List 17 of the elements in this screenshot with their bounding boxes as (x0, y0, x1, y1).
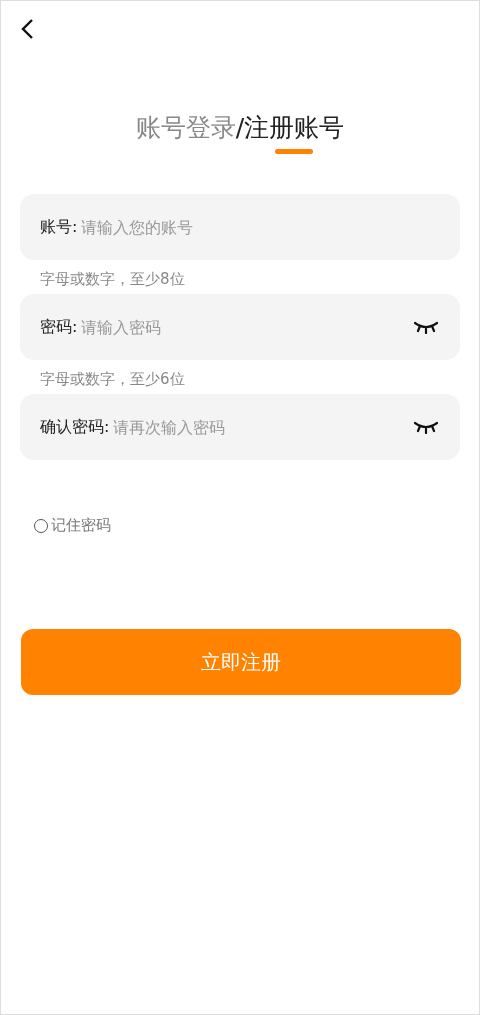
tab[interactable]: 注册账号 (244, 111, 345, 144)
tab[interactable]: 账号登录 (135, 111, 236, 144)
register-button[interactable]: 立即注册 (21, 629, 461, 695)
tab-separator: / (235, 113, 245, 142)
input-field[interactable]: 请输入您的账号 (81, 217, 438, 237)
tab-underline (275, 149, 314, 154)
closed-eye-icon[interactable] (414, 420, 438, 434)
field-label: 账号: (40, 216, 78, 238)
field-hint: 字母或数字，至少8位 (39, 269, 186, 290)
field-hint: 字母或数字，至少6位 (39, 369, 186, 390)
field-label: 确认密码: (40, 416, 110, 438)
closed-eye-icon[interactable] (414, 320, 438, 334)
remember-label: 记住密码 (51, 516, 111, 535)
input-field[interactable]: 请输入密码 (81, 317, 414, 337)
back-icon[interactable] (20, 18, 34, 40)
input-field[interactable]: 请再次输入密码 (113, 417, 414, 437)
field-label: 密码: (40, 316, 78, 338)
